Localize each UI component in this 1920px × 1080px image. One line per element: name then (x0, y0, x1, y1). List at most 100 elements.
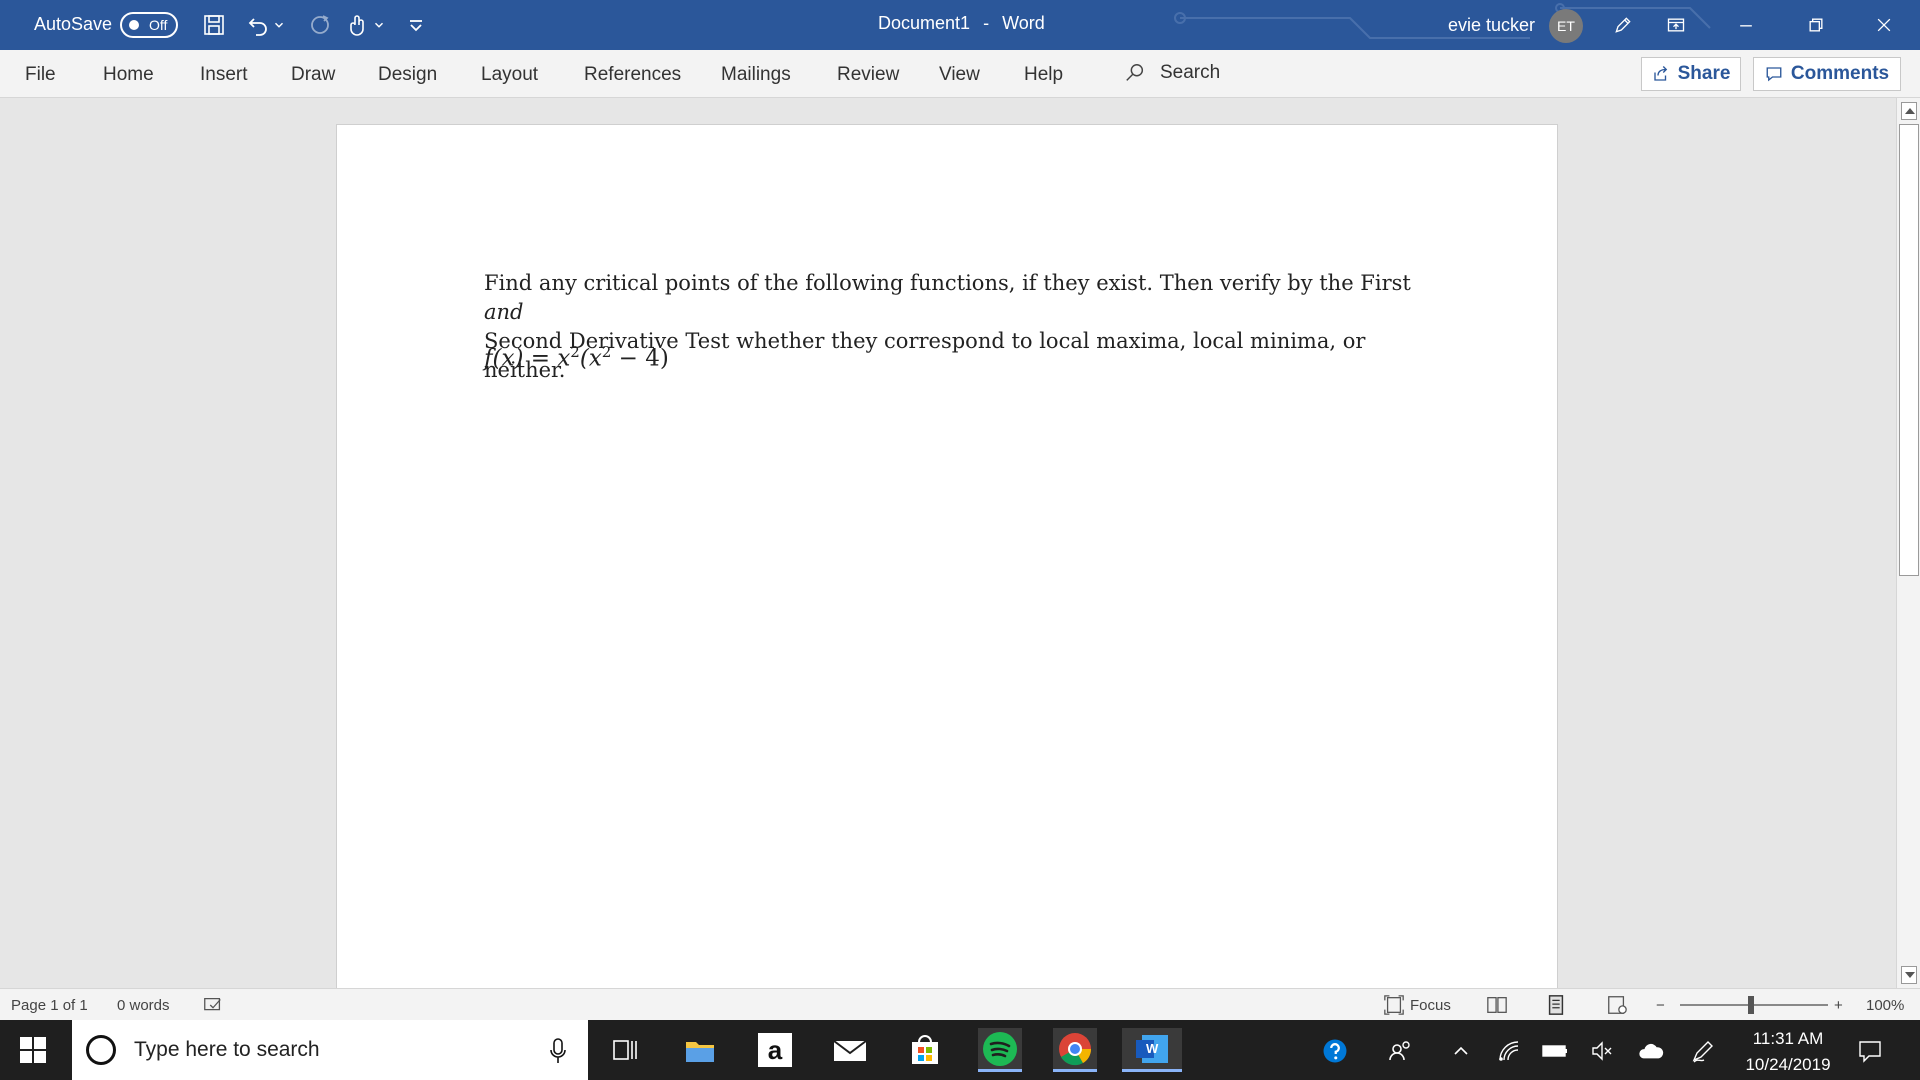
zoom-slider[interactable] (1680, 1004, 1828, 1006)
taskbar-search-placeholder: Type here to search (134, 1038, 320, 1061)
action-center-icon[interactable] (1857, 1038, 1883, 1064)
file-explorer-icon[interactable] (678, 1028, 722, 1072)
scroll-up-button[interactable] (1901, 102, 1917, 120)
zoom-out-button[interactable]: − (1656, 997, 1665, 1014)
touch-mode-icon[interactable] (344, 11, 372, 39)
focus-label[interactable]: Focus (1410, 997, 1451, 1014)
comments-label: Comments (1790, 63, 1890, 84)
document-canvas: Find any critical points of the followin… (0, 98, 1896, 990)
chrome-icon[interactable] (1053, 1028, 1097, 1072)
zoom-in-button[interactable]: + (1834, 997, 1843, 1014)
autosave-state: Off (149, 17, 168, 33)
tab-review[interactable]: Review (837, 64, 899, 86)
share-button[interactable]: Share (1641, 57, 1741, 91)
vertical-scrollbar[interactable] (1896, 98, 1920, 988)
comments-button[interactable]: Comments (1753, 57, 1901, 91)
avatar[interactable]: ET (1549, 9, 1583, 43)
function-formula[interactable]: f(x) = x2(x2 − 4) (484, 343, 669, 372)
zoom-slider-thumb[interactable] (1748, 996, 1754, 1014)
pen-icon[interactable] (1601, 8, 1645, 42)
tab-draw[interactable]: Draw (291, 64, 335, 86)
amazon-icon[interactable]: a (753, 1028, 797, 1072)
restore-icon[interactable] (1794, 8, 1838, 42)
read-mode-icon[interactable] (1486, 994, 1508, 1016)
pen-workspace-icon[interactable] (1690, 1038, 1716, 1064)
system-clock[interactable]: 11:31 AM 10/24/2019 (1730, 1026, 1846, 1078)
cortana-icon (86, 1035, 116, 1065)
problem-line-1: Find any critical points of the followin… (484, 271, 1411, 295)
formula-rhs: − 4) (611, 345, 669, 372)
tab-references[interactable]: References (584, 64, 681, 86)
clock-date: 10/24/2019 (1745, 1055, 1831, 1074)
comment-icon (1766, 67, 1782, 82)
app-name: Word (1002, 13, 1045, 33)
formula-mid: (x (579, 345, 602, 372)
clock-time: 11:31 AM (1752, 1029, 1824, 1048)
tab-view[interactable]: View (939, 64, 980, 86)
formula-exponent-1: 2 (570, 343, 580, 361)
focus-icon[interactable] (1383, 994, 1405, 1016)
chevron-up-icon[interactable] (1448, 1038, 1474, 1064)
microphone-icon[interactable] (550, 1038, 566, 1064)
mail-icon[interactable] (828, 1028, 872, 1072)
tab-home[interactable]: Home (103, 64, 154, 86)
redo-icon[interactable] (306, 11, 334, 39)
word-count[interactable]: 0 words (117, 997, 170, 1014)
problem-and: and (484, 300, 524, 324)
title-separator: - (983, 13, 990, 33)
print-layout-icon[interactable] (1545, 994, 1567, 1016)
undo-dropdown-icon[interactable] (272, 11, 286, 39)
word-letter: W (1146, 1041, 1159, 1056)
ribbon-display-options-icon[interactable] (1654, 8, 1698, 42)
web-layout-icon[interactable] (1606, 994, 1628, 1016)
formula-exponent-2: 2 (601, 343, 612, 361)
tell-me-search[interactable]: Search (1124, 62, 1220, 84)
word-icon[interactable]: W (1122, 1028, 1182, 1072)
volume-muted-icon[interactable] (1589, 1038, 1615, 1064)
title-bar: AutoSave Off Document1 - Word evie tucke… (0, 0, 1920, 50)
proofing-icon[interactable] (202, 994, 224, 1016)
task-view-icon[interactable] (603, 1028, 647, 1072)
wifi-icon[interactable] (1496, 1038, 1522, 1064)
user-name[interactable]: evie tucker (1448, 15, 1535, 36)
document-title: Document1 - Word (878, 13, 1045, 34)
spotify-icon[interactable] (978, 1028, 1022, 1072)
save-icon[interactable] (200, 11, 228, 39)
tab-mailings[interactable]: Mailings (721, 64, 791, 86)
people-icon[interactable] (1388, 1038, 1414, 1064)
minimize-icon[interactable] (1724, 8, 1768, 42)
scroll-up-icon (1905, 108, 1915, 114)
scroll-thumb[interactable] (1899, 124, 1919, 576)
windows-start-icon[interactable] (20, 1037, 46, 1063)
taskbar: Type here to search a W 11:31 AM 10/24/2… (0, 1020, 1920, 1080)
share-icon (1653, 66, 1667, 81)
share-label: Share (1677, 63, 1731, 84)
document-name: Document1 (878, 13, 971, 33)
tab-design[interactable]: Design (378, 64, 437, 86)
autosave-label: AutoSave (34, 14, 113, 34)
zoom-level[interactable]: 100% (1866, 997, 1904, 1014)
close-icon[interactable] (1862, 8, 1906, 42)
toggle-knob (129, 20, 139, 30)
formula-lhs: f(x) = x (484, 345, 571, 372)
document-page[interactable]: Find any critical points of the followin… (336, 124, 1558, 990)
scroll-down-button[interactable] (1901, 966, 1917, 984)
onedrive-icon[interactable] (1638, 1038, 1664, 1064)
touch-dropdown-icon[interactable] (372, 11, 386, 39)
autosave-toggle[interactable]: Off (120, 12, 178, 38)
battery-icon[interactable] (1542, 1038, 1568, 1064)
search-label: Search (1160, 62, 1221, 83)
taskbar-search[interactable]: Type here to search (72, 1020, 588, 1080)
ribbon-tabs: File Home Insert Draw Design Layout Refe… (0, 50, 1920, 98)
help-icon[interactable] (1322, 1038, 1348, 1064)
tab-layout[interactable]: Layout (481, 64, 538, 86)
page-count[interactable]: Page 1 of 1 (11, 997, 88, 1014)
tab-insert[interactable]: Insert (200, 64, 248, 86)
search-icon (1126, 64, 1144, 81)
store-icon[interactable] (903, 1028, 947, 1072)
tab-file[interactable]: File (25, 64, 56, 86)
scroll-down-icon (1905, 972, 1915, 978)
tab-help[interactable]: Help (1024, 64, 1063, 86)
customize-qat-icon[interactable] (404, 11, 428, 39)
undo-icon[interactable] (244, 11, 272, 39)
